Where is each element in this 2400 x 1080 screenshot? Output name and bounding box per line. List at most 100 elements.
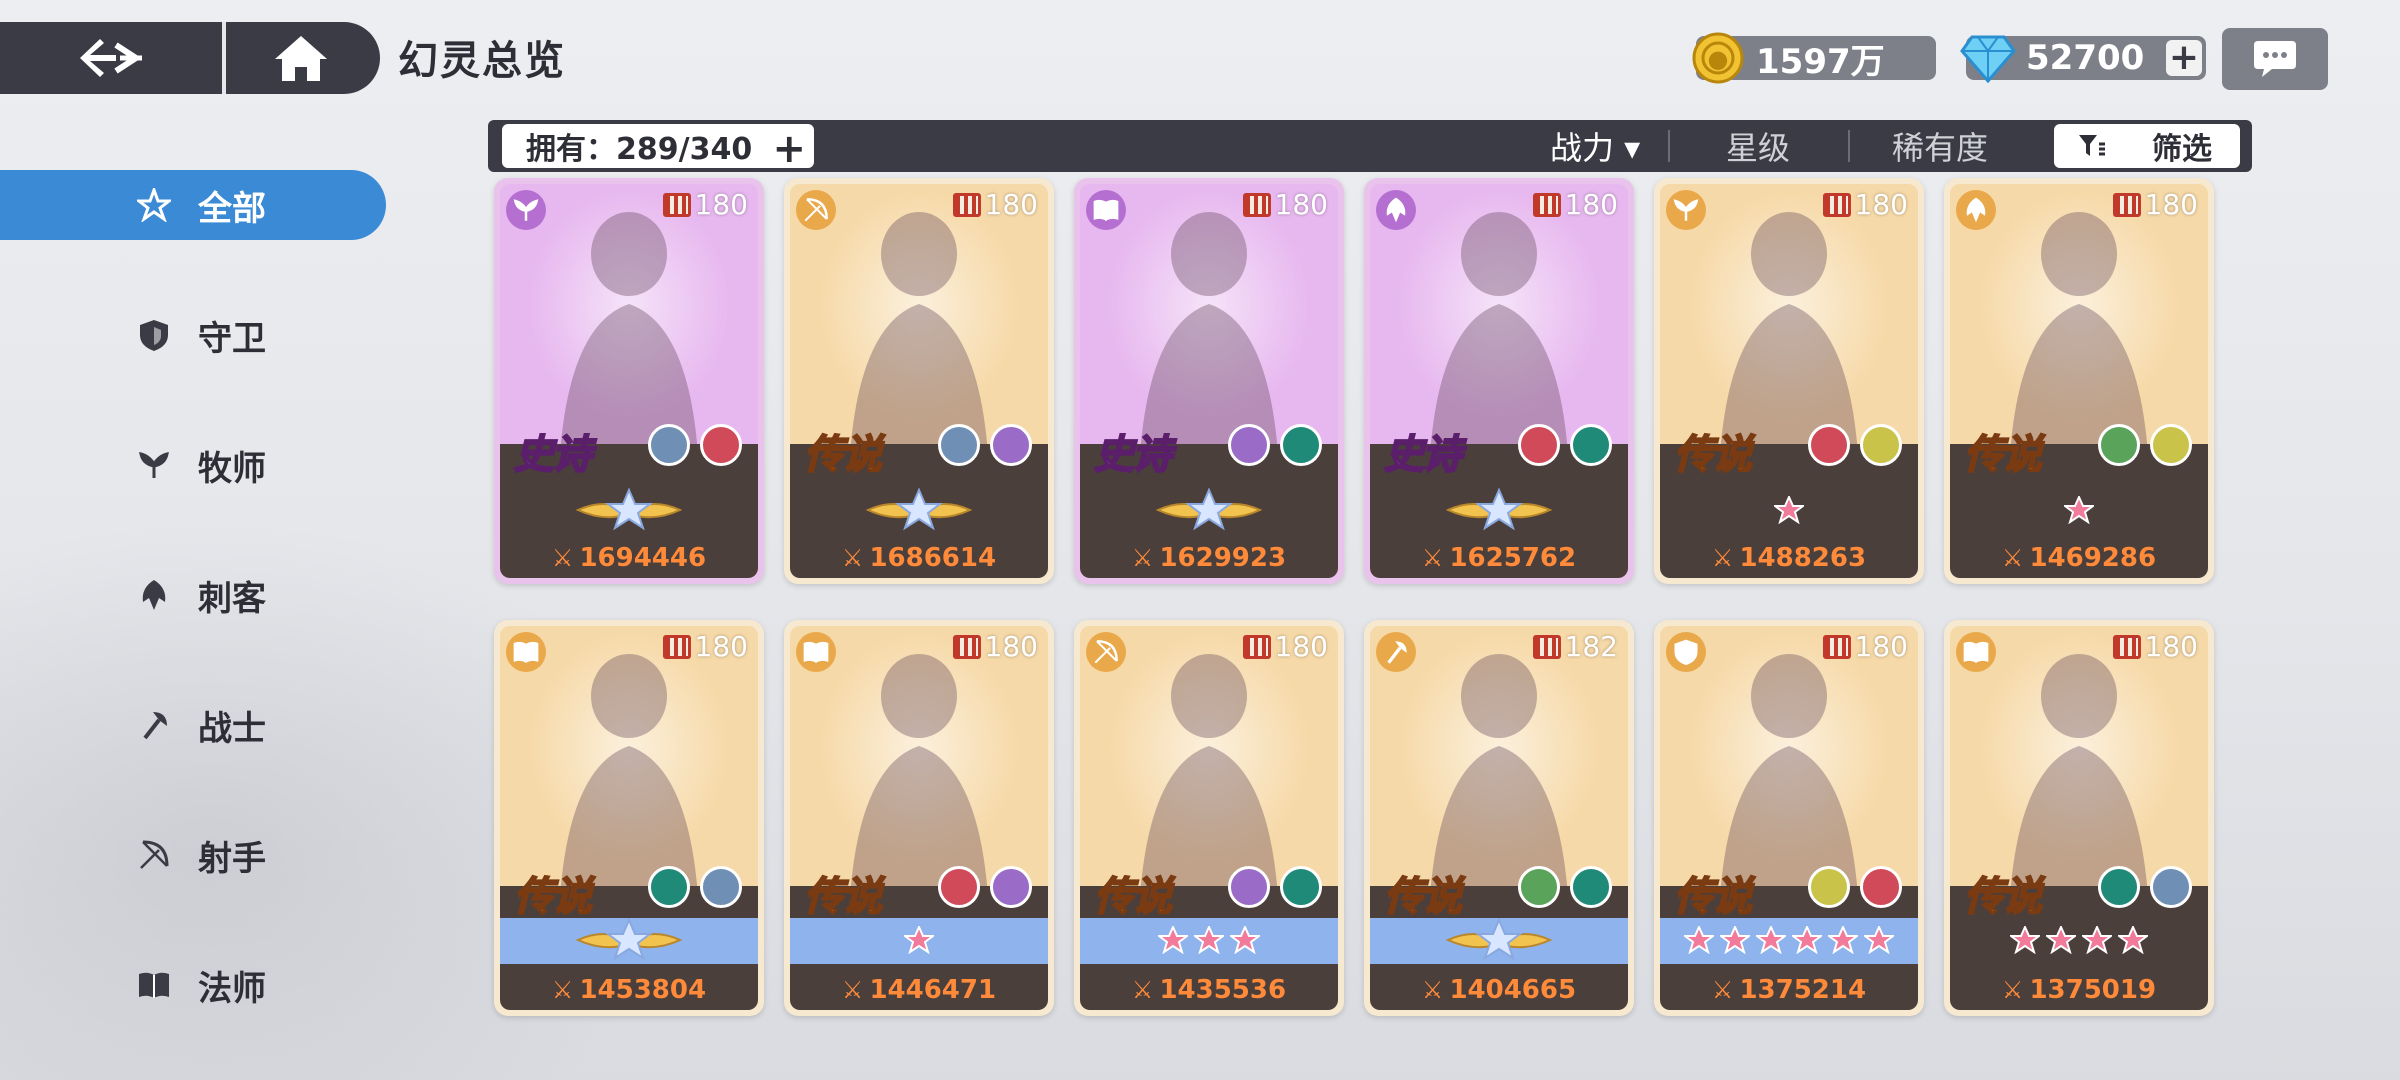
element-icon — [700, 424, 742, 466]
sidebar-item-label: 射手 — [198, 838, 266, 879]
sort-rarity-tab[interactable]: 稀有度 — [1892, 124, 1988, 168]
rarity-label: 史诗 — [1383, 431, 1463, 479]
hero-card[interactable]: 180 传说 ⚔ 1435536 — [1074, 620, 1344, 1016]
star-rank — [1660, 490, 1918, 530]
hero-card[interactable]: 180 传说 ⚔ 1686614 — [784, 178, 1054, 584]
level-tag: 180 — [1822, 630, 1908, 663]
power-number: 1686614 — [869, 543, 997, 573]
rarity-label: 传说 — [1963, 873, 2043, 921]
sidebar-item-0[interactable]: 全部 — [0, 170, 386, 240]
home-button[interactable] — [226, 22, 376, 94]
power-number: 1488263 — [1739, 543, 1867, 573]
level-tag: 180 — [1242, 188, 1328, 221]
sort-star-tab[interactable]: 星级 — [1726, 124, 1790, 168]
hero-card[interactable]: 180 传说 ⚔ 1375214 — [1654, 620, 1924, 1016]
star-rank-crown-icon — [1445, 918, 1553, 961]
crossed-swords-icon: ⚔ — [1711, 544, 1734, 572]
sidebar-item-1[interactable]: 守卫 — [0, 300, 386, 370]
pink-star-icon — [1684, 926, 1714, 954]
power-number: 1446471 — [869, 975, 997, 1005]
hero-card[interactable]: 180 史诗 ⚔ 1694446 — [494, 178, 764, 584]
power-number: 1453804 — [579, 975, 707, 1005]
axe-icon — [136, 707, 172, 743]
crossed-swords-icon: ⚔ — [551, 544, 574, 572]
hero-card[interactable]: 180 传说 ⚔ 1453804 — [494, 620, 764, 1016]
pink-star-icon — [1774, 496, 1804, 524]
star-rank — [1660, 920, 1918, 960]
hero-card[interactable]: 180 传说 ⚔ 1446471 — [784, 620, 1054, 1016]
element-icon — [2150, 866, 2192, 908]
power-number: 1625762 — [1449, 543, 1577, 573]
power-value: ⚔ 1488263 — [1682, 542, 1896, 574]
sidebar-item-3[interactable]: 刺客 — [0, 560, 386, 630]
shield-icon — [1666, 632, 1706, 672]
expand-capacity-button[interactable]: + — [772, 126, 806, 172]
star-rank-crown-icon — [575, 918, 683, 961]
sidebar-item-label: 牧师 — [198, 448, 266, 489]
hero-level: 180 — [1854, 188, 1908, 221]
sidebar-item-5[interactable]: 射手 — [0, 820, 386, 890]
back-button[interactable] — [0, 22, 226, 94]
power-value: ⚔ 1375019 — [1972, 974, 2186, 1006]
healer-icon — [136, 447, 172, 483]
element-icon — [2098, 424, 2140, 466]
level-bars-icon — [662, 192, 691, 217]
sidebar-item-label: 战士 — [198, 708, 266, 749]
hero-card[interactable]: 180 传说 ⚔ 1488263 — [1654, 178, 1924, 584]
separator — [1668, 130, 1670, 162]
element-icon — [648, 424, 690, 466]
hero-level: 180 — [2144, 188, 2198, 221]
star-rank — [1080, 920, 1338, 960]
filter-button[interactable]: 筛选 — [2054, 124, 2240, 168]
power-value: ⚔ 1694446 — [522, 542, 736, 574]
power-value: ⚔ 1435536 — [1102, 974, 1316, 1006]
bow-icon — [136, 837, 172, 873]
sidebar-item-2[interactable]: 牧师 — [0, 430, 386, 500]
book-icon — [796, 632, 836, 672]
chat-button[interactable] — [2222, 28, 2328, 90]
element-icon — [1518, 424, 1560, 466]
pink-star-icon — [2010, 926, 2040, 954]
crossed-swords-icon: ⚔ — [2001, 544, 2024, 572]
star-rank — [500, 488, 758, 531]
pink-star-icon — [1720, 926, 1750, 954]
hero-card[interactable]: 180 史诗 ⚔ 1625762 — [1364, 178, 1634, 584]
hero-card[interactable]: 180 传说 ⚔ 1375019 — [1944, 620, 2214, 1016]
power-value: ⚔ 1469286 — [1972, 542, 2186, 574]
hero-card[interactable]: 182 传说 ⚔ 1404665 — [1364, 620, 1634, 1016]
pink-star-icon — [1194, 926, 1224, 954]
add-gems-button[interactable]: + — [2166, 40, 2202, 76]
rarity-label: 传说 — [1383, 873, 1463, 921]
hero-card[interactable]: 180 传说 ⚔ 1469286 — [1944, 178, 2214, 584]
level-tag: 180 — [1822, 188, 1908, 221]
star-rank-crown-icon — [1155, 488, 1263, 531]
power-number: 1629923 — [1159, 543, 1287, 573]
rarity-label: 传说 — [1673, 431, 1753, 479]
element-icon — [2150, 424, 2192, 466]
pink-star-icon — [904, 926, 934, 954]
crossed-swords-icon: ⚔ — [1711, 976, 1734, 1004]
hero-level: 182 — [1564, 630, 1618, 663]
pink-star-icon — [2118, 926, 2148, 954]
sort-power-tab[interactable]: 战力 ▾ — [1550, 124, 1640, 168]
sidebar-item-6[interactable]: 法师 — [0, 950, 386, 1020]
filter-label: 筛选 — [2152, 132, 2212, 167]
element-icon — [1860, 866, 1902, 908]
hero-card[interactable]: 180 史诗 ⚔ 1629923 — [1074, 178, 1344, 584]
rarity-label: 传说 — [513, 873, 593, 921]
book-icon — [506, 632, 546, 672]
owned-count-box[interactable]: 拥有：289/340 + — [502, 124, 814, 172]
chat-bubble-icon — [2254, 41, 2296, 77]
sidebar-item-label: 全部 — [198, 188, 266, 229]
pink-star-icon — [1828, 926, 1858, 954]
shield-icon — [136, 317, 172, 353]
hero-level: 180 — [984, 630, 1038, 663]
element-icon — [1570, 424, 1612, 466]
element-icon — [1280, 866, 1322, 908]
sidebar-item-4[interactable]: 战士 — [0, 690, 386, 760]
bow-icon — [1086, 632, 1126, 672]
hero-level: 180 — [1564, 188, 1618, 221]
level-tag: 180 — [2112, 630, 2198, 663]
power-number: 1694446 — [579, 543, 707, 573]
star-rank-crown-icon — [865, 488, 973, 531]
